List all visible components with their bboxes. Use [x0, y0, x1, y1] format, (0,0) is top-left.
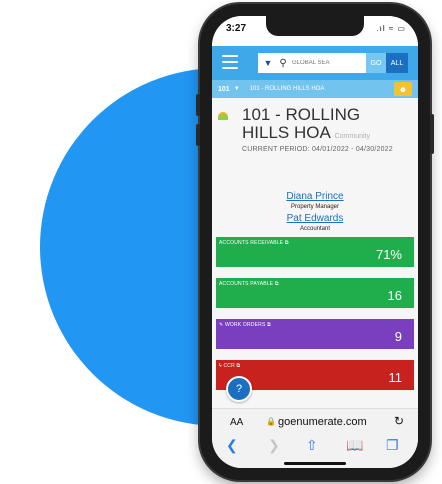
bookmarks-icon[interactable]: 📖 — [346, 437, 363, 454]
community-logo-icon — [218, 112, 228, 120]
status-bar: 3:27 .ıl ≈ ▭ — [212, 16, 418, 46]
user-menu-icon[interactable]: ☻ — [394, 82, 412, 96]
back-icon[interactable]: ❮ — [226, 437, 238, 454]
accounts-receivable-label-text: ACCOUNTS RECEIVABLE — [219, 240, 284, 246]
lock-icon: 🔒 — [266, 417, 276, 426]
external-link-icon[interactable]: ⧉ — [267, 322, 271, 328]
work-orders-label-text: WORK ORDERS — [224, 322, 266, 328]
accountant-link[interactable]: Pat Edwards — [212, 213, 418, 224]
association-selector-bar[interactable]: 101 ▼ 101 - ROLLING HILLS HOA ☻ — [212, 80, 418, 98]
share-icon[interactable]: ⇧ — [306, 437, 318, 454]
external-link-icon[interactable]: ⧉ — [285, 240, 289, 246]
phone-screen: 3:27 .ıl ≈ ▭ ▼ ⚲ GO ALL 101 ▼ 101 - ROLL… — [212, 16, 418, 468]
forward-icon[interactable]: ❯ — [268, 437, 280, 454]
browser-toolbar: AA 🔒 goenumerate.com ↻ ❮ ❯ ⇧ 📖 ❐ — [212, 408, 418, 468]
status-time: 3:27 — [226, 23, 247, 34]
address-bar[interactable]: goenumerate.com — [278, 416, 367, 428]
reload-icon[interactable]: ↻ — [394, 414, 404, 428]
work-orders-value: 9 — [394, 329, 402, 344]
association-name: 101 - ROLLING HILLS HOA — [249, 86, 325, 92]
dashboard-content: 101 - ROLLING HILLS HOA Community CURREN… — [212, 98, 418, 408]
page-title: 101 - ROLLING HILLS HOA Community — [242, 106, 412, 146]
camera-notch — [266, 16, 364, 36]
association-code: 101 — [218, 85, 230, 93]
accounts-receivable-label: ACCOUNTS RECEIVABLE ⧉ — [219, 240, 289, 246]
current-period: CURRENT PERIOD: 04/01/2022 - 04/30/2022 — [242, 146, 393, 153]
phone-device: 3:27 .ıl ≈ ▭ ▼ ⚲ GO ALL 101 ▼ 101 - ROLL… — [196, 4, 434, 480]
work-orders-card[interactable]: ✎ WORK ORDERS ⧉ 9 — [216, 319, 414, 349]
external-link-icon[interactable]: ⧉ — [236, 363, 240, 369]
power-button — [430, 114, 434, 154]
external-link-icon[interactable]: ⧉ — [275, 281, 279, 287]
property-manager-link[interactable]: Diana Prince — [212, 191, 418, 202]
filter-icon[interactable]: ▼ — [260, 58, 276, 68]
accounts-payable-value: 16 — [387, 288, 402, 303]
accounts-payable-card[interactable]: ACCOUNTS PAYABLE ⧉ 16 — [216, 278, 414, 308]
work-orders-label: ✎ WORK ORDERS ⧉ — [219, 322, 271, 328]
search-icon: ⚲ — [279, 57, 287, 69]
association-type: Community — [334, 133, 371, 140]
wrench-icon: ✎ — [219, 322, 224, 328]
accounts-receivable-card[interactable]: ACCOUNTS RECEIVABLE ⧉ 71% — [216, 237, 414, 267]
accounts-payable-label: ACCOUNTS PAYABLE ⧉ — [219, 281, 279, 287]
property-manager-role: Property Manager — [290, 204, 340, 210]
go-button[interactable]: GO — [366, 53, 386, 73]
help-icon[interactable]: ? — [226, 376, 252, 402]
ccr-label: ϟ CCR ⧉ — [219, 363, 240, 369]
chevron-down-icon[interactable]: ▼ — [234, 86, 240, 92]
global-search-input[interactable] — [290, 60, 350, 66]
all-button[interactable]: ALL — [386, 53, 408, 73]
volume-down-button — [196, 124, 200, 146]
accountant-role: Accountant — [299, 226, 331, 232]
signal-wifi-battery-icon: .ıl ≈ ▭ — [376, 24, 406, 33]
ccr-label-text: CCR — [223, 363, 235, 369]
ccr-value: 11 — [388, 370, 403, 385]
text-size-button[interactable]: AA — [230, 417, 243, 428]
accounts-payable-label-text: ACCOUNTS PAYABLE — [219, 281, 274, 287]
app-toolbar: ▼ ⚲ GO ALL — [212, 46, 418, 80]
tabs-icon[interactable]: ❐ — [386, 437, 399, 454]
home-indicator — [284, 462, 346, 465]
lightning-icon: ϟ — [219, 363, 222, 369]
global-search-box: ▼ ⚲ GO ALL — [258, 53, 408, 73]
accounts-receivable-value: 71% — [375, 247, 402, 262]
volume-up-button — [196, 94, 200, 116]
hamburger-menu-icon[interactable] — [222, 55, 238, 69]
